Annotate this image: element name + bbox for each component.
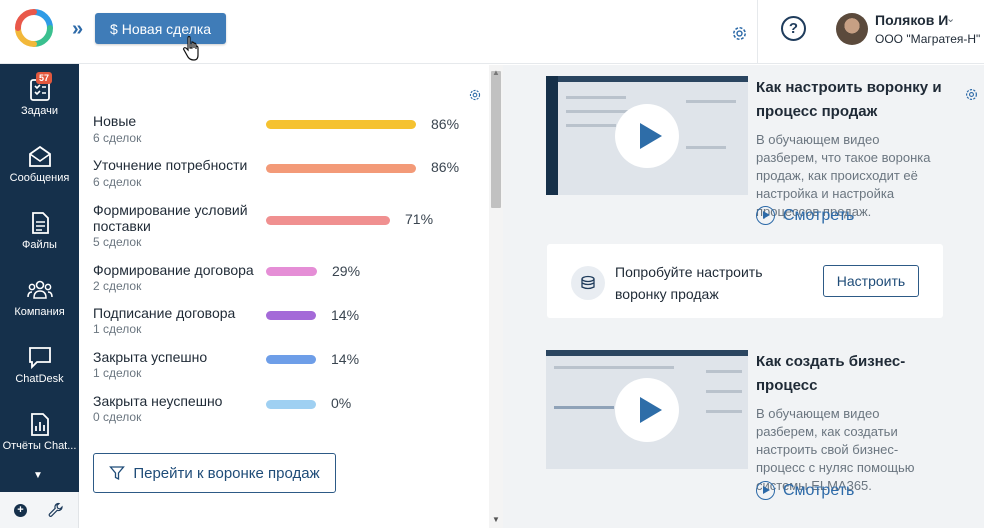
filter-icon [109, 466, 126, 481]
stage-bar [266, 355, 316, 364]
gear-icon[interactable] [468, 88, 482, 102]
chatdesk-icon [28, 347, 51, 370]
messages-icon [28, 145, 51, 167]
scroll-up-icon[interactable]: ▲ [492, 68, 500, 77]
coins-icon [571, 266, 605, 300]
play-icon[interactable] [615, 378, 679, 442]
stage-count: 5 сделок [93, 235, 142, 249]
new-deal-button[interactable]: $ Новая сделка [95, 13, 226, 44]
thumbnail-line [706, 390, 742, 393]
stage-percent: 14% [331, 307, 360, 323]
stage-name[interactable]: Подписание договора [93, 305, 263, 321]
watch-link[interactable]: Смотреть [756, 206, 854, 225]
dollar-icon: $ [109, 20, 118, 37]
thumbnail-line [706, 410, 742, 413]
sidebar-item-label: ChatDesk [15, 373, 64, 385]
stage-bar [266, 120, 416, 129]
help-icon[interactable]: ? [781, 16, 806, 41]
stage-percent: 29% [332, 263, 361, 279]
try-funnel-text: Попробуйте настроить воронку продаж [615, 264, 763, 302]
go-to-funnel-label: Перейти к воронке продаж [133, 464, 320, 482]
reports-icon [30, 413, 49, 436]
sidebar-item-label: Файлы [22, 239, 57, 251]
sidebar-more-icon[interactable]: ▼ [33, 470, 43, 481]
stage-count: 1 сделок [93, 366, 142, 380]
video-thumbnail[interactable] [546, 76, 748, 195]
play-circle-icon [756, 206, 775, 225]
chevron-down-icon[interactable]: ⌄ [946, 12, 955, 25]
stage-name[interactable]: Закрыта успешно [93, 349, 263, 365]
scroll-down-icon[interactable]: ▼ [492, 515, 500, 524]
stage-name[interactable]: Формирование условий поставки [93, 202, 263, 234]
avatar[interactable] [836, 13, 868, 45]
stage-percent: 14% [331, 351, 360, 367]
stage-name[interactable]: Новые [93, 113, 263, 129]
thumbnail-line [566, 124, 616, 127]
thumbnail-line [686, 146, 726, 149]
watch-link[interactable]: Смотреть [756, 481, 854, 500]
company-icon [26, 280, 53, 299]
stage-count: 1 сделок [93, 322, 142, 336]
stage-percent: 71% [405, 211, 434, 227]
new-deal-label: Новая сделка [121, 20, 212, 37]
gear-icon[interactable] [964, 87, 979, 102]
sidebar-item-label: Сообщения [9, 172, 70, 184]
stage-count: 2 сделок [93, 279, 142, 293]
stage-bar [266, 216, 390, 225]
thumbnail-sidebar [546, 76, 558, 195]
stage-percent: 86% [431, 116, 460, 132]
watch-label: Смотреть [783, 206, 855, 224]
video-title[interactable]: Как настроить воронку и процесс продаж [756, 76, 946, 124]
video-title[interactable]: Как создать бизнес-процесс [756, 350, 946, 398]
play-circle-icon [756, 481, 775, 500]
sidebar-item-label: Компания [14, 306, 65, 318]
stage-name[interactable]: Формирование договора [93, 262, 263, 278]
stage-name[interactable]: Закрыта неуспешно [93, 393, 263, 409]
thumbnail-header [546, 76, 748, 82]
video-thumbnail[interactable] [546, 350, 748, 469]
files-icon [31, 212, 49, 234]
thumbnail-line [554, 366, 674, 369]
stage-bar [266, 400, 316, 409]
thumbnail-line [554, 406, 614, 409]
stage-percent: 0% [331, 395, 352, 411]
configure-button[interactable]: Настроить [823, 265, 919, 297]
stage-percent: 86% [431, 159, 460, 175]
divider [757, 0, 758, 64]
watch-label: Смотреть [783, 481, 855, 499]
user-name[interactable]: Поляков И [875, 12, 948, 28]
thumbnail-header [546, 350, 748, 356]
sidebar-item-chatdesk[interactable]: ChatDesk [0, 336, 79, 400]
mouse-pointer-icon [182, 36, 199, 61]
go-to-funnel-button[interactable]: Перейти к воронке продаж [93, 453, 336, 493]
scrollbar-thumb[interactable] [491, 71, 501, 208]
stage-count: 6 сделок [93, 175, 142, 189]
stage-name[interactable]: Уточнение потребности [93, 157, 263, 173]
tasks-count-badge: 57 [36, 72, 53, 84]
stage-count: 0 сделок [93, 410, 142, 424]
sidebar-item-company[interactable]: Компания [0, 269, 79, 333]
user-organization: ООО "Магратея-Н" [875, 32, 981, 46]
stage-count: 6 сделок [93, 131, 142, 145]
stage-bar [266, 164, 416, 173]
thumbnail-line [706, 370, 742, 373]
thumbnail-line [686, 100, 736, 103]
sidebar-item-files[interactable]: Файлы [0, 202, 79, 266]
sidebar-item-label: Отчёты Chat... [2, 440, 77, 452]
sidebar-item-messages[interactable]: Сообщения [0, 135, 79, 199]
thumbnail-line [566, 96, 626, 99]
play-icon[interactable] [615, 104, 679, 168]
stage-bar [266, 311, 316, 320]
gear-icon[interactable] [730, 24, 749, 43]
sidebar-item-reports[interactable]: Отчёты Chat... [0, 403, 79, 467]
sidebar-item-label: Задачи [21, 105, 58, 117]
sidebar-footer [0, 492, 79, 528]
app-logo[interactable] [14, 8, 54, 48]
wrench-icon[interactable] [48, 502, 64, 518]
expand-menu-icon[interactable]: » [72, 18, 83, 41]
stage-bar [266, 267, 317, 276]
add-icon[interactable]: + [14, 504, 27, 517]
